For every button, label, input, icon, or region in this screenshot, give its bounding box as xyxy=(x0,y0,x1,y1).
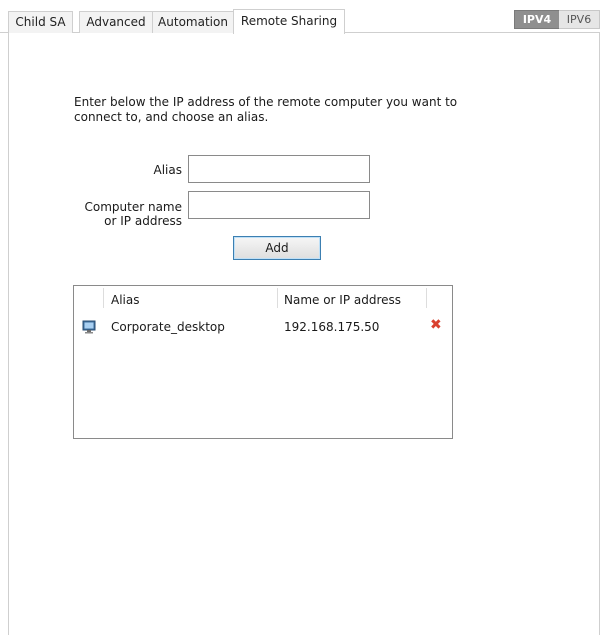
ipv4-toggle[interactable]: IPV4 xyxy=(514,10,560,29)
address-label-line1: Computer name xyxy=(84,200,183,214)
shares-table: Alias Name or IP address Corporate_deskt… xyxy=(73,285,453,439)
alias-label: Alias xyxy=(153,163,182,177)
header-separator[interactable] xyxy=(277,288,278,308)
address-label-line2: or IP address xyxy=(104,214,182,228)
tab-automation[interactable]: Automation xyxy=(152,11,234,33)
add-button[interactable]: Add xyxy=(233,236,321,260)
tab-child-sa[interactable]: Child SA xyxy=(8,11,73,33)
alias-input[interactable] xyxy=(188,155,370,183)
column-header-alias[interactable]: Alias xyxy=(111,293,139,307)
delete-icon[interactable]: ✖ xyxy=(430,318,442,332)
tab-bar: Child SA Advanced Automation Remote Shar… xyxy=(0,9,600,34)
tab-remote-sharing[interactable]: Remote Sharing xyxy=(233,9,345,34)
intro-text: Enter below the IP address of the remote… xyxy=(74,95,458,124)
address-input[interactable] xyxy=(188,191,370,219)
tab-advanced[interactable]: Advanced xyxy=(79,11,153,33)
ipv6-toggle[interactable]: IPV6 xyxy=(559,10,600,29)
header-separator[interactable] xyxy=(426,288,427,308)
address-label: Computer name or IP address xyxy=(74,200,183,228)
header-separator xyxy=(103,288,104,308)
row-alias[interactable]: Corporate_desktop xyxy=(111,320,225,334)
computer-icon xyxy=(82,320,96,334)
column-header-address[interactable]: Name or IP address xyxy=(284,293,401,307)
row-address[interactable]: 192.168.175.50 xyxy=(284,320,379,334)
